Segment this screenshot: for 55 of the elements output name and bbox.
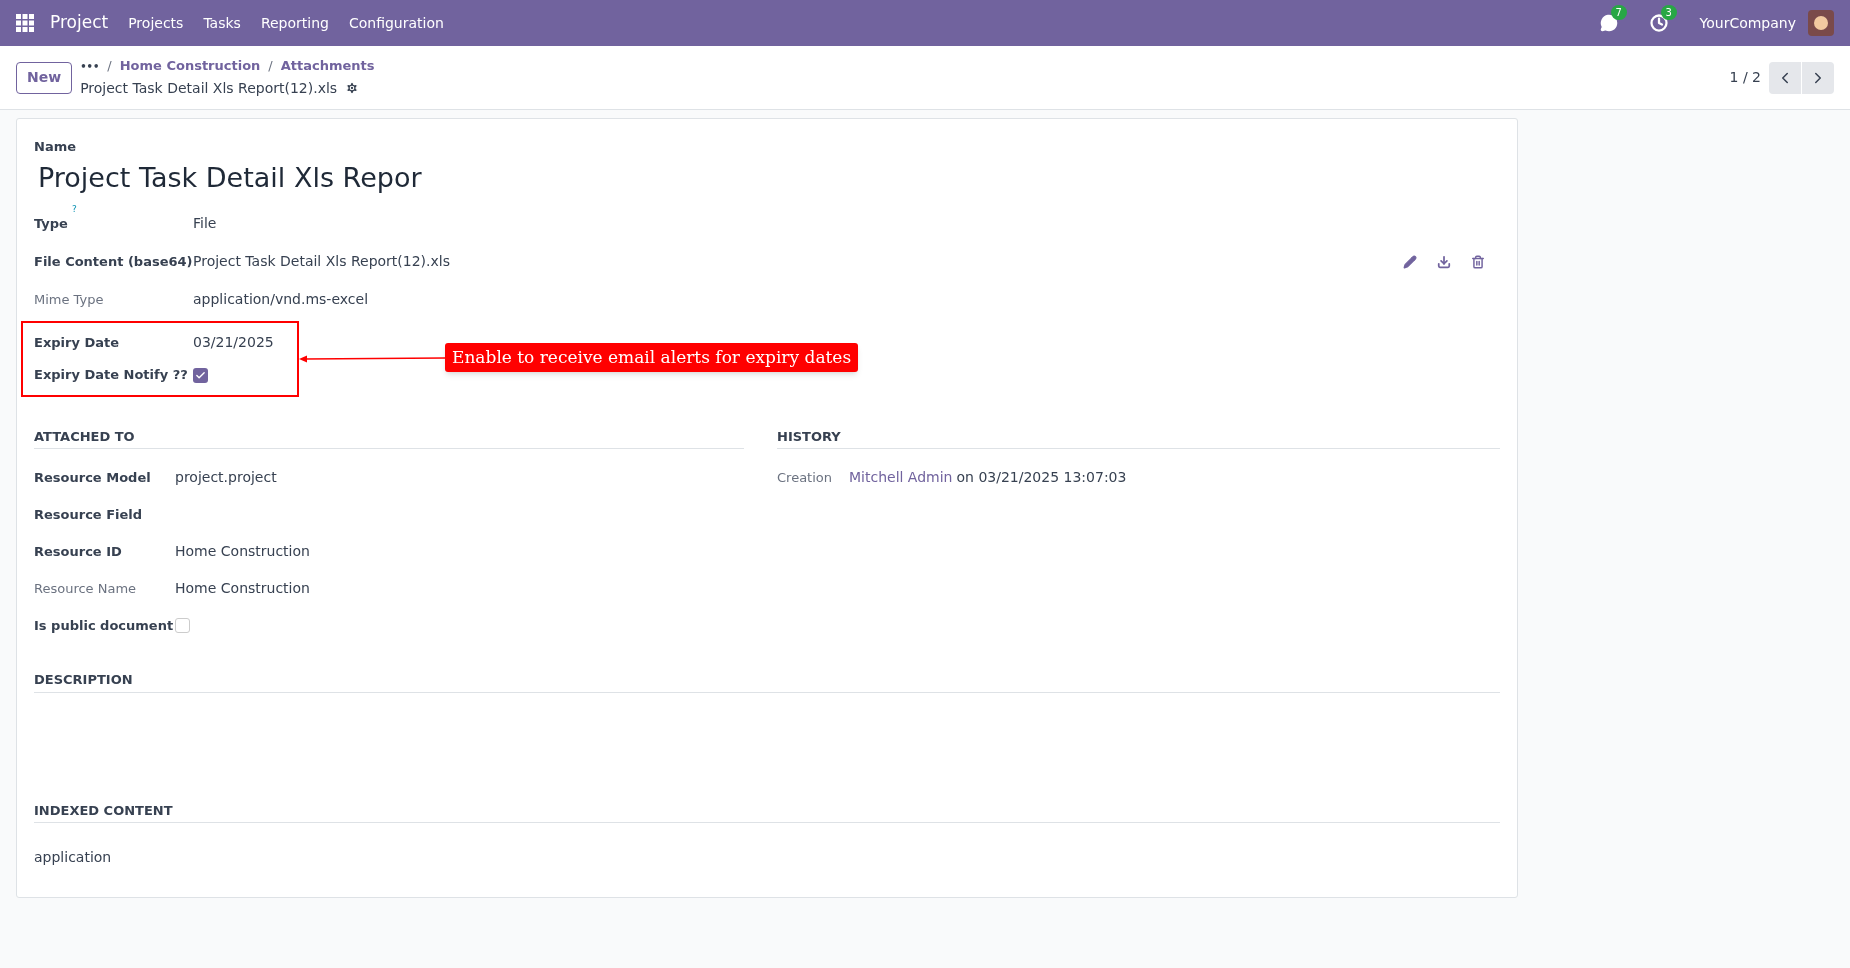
badge: 7	[1610, 5, 1627, 20]
section-title: DESCRIPTION	[34, 670, 1500, 693]
download-icon[interactable]	[1437, 254, 1451, 269]
field-label: Expiry Date Notify ??	[34, 366, 189, 385]
field-value: application/vnd.ms-excel	[193, 290, 369, 309]
field-value: 03/21/2025	[193, 333, 274, 353]
pager-value[interactable]: 1 / 2	[1729, 67, 1761, 88]
checkbox[interactable]	[193, 367, 208, 383]
user-link[interactable]: Mitchell Admin	[849, 467, 953, 488]
name-input[interactable]: Project Task Detail Xls Repor	[38, 158, 428, 197]
section-title: HISTORY	[777, 426, 1500, 449]
record-title: Project Task Detail Xls Report(12).xls	[80, 78, 338, 98]
field-label: Expiry Date	[34, 334, 121, 352]
badge: 3	[1660, 5, 1677, 20]
menu-item[interactable]: Configuration	[348, 12, 444, 34]
check-icon	[195, 369, 206, 381]
field-value: Home Construction	[175, 579, 310, 598]
section-title: ATTACHED TO	[34, 426, 744, 449]
field-label: Resource ID	[34, 542, 123, 561]
settings-icon[interactable]	[345, 81, 360, 96]
breadcrumb-link[interactable]: Home Construction	[119, 56, 261, 76]
field-label: Name	[34, 138, 77, 156]
field-value: project.project	[175, 468, 277, 487]
avatar[interactable]	[1808, 10, 1834, 36]
field-label: Resource Model	[34, 468, 152, 487]
menu-item[interactable]: Reporting	[260, 12, 329, 34]
checkbox[interactable]	[175, 618, 190, 633]
chat-icon[interactable]	[1599, 14, 1618, 32]
clock-icon[interactable]	[1649, 14, 1668, 32]
menu-item[interactable]: Tasks	[203, 12, 241, 34]
company-name[interactable]: YourCompany	[1699, 12, 1796, 34]
field-label: Type	[34, 214, 68, 233]
menu-item[interactable]: Projects	[128, 12, 184, 34]
new-button[interactable]: New	[16, 61, 73, 94]
field-value: on 03/21/2025 13:07:03	[956, 468, 1127, 487]
app-grid-icon[interactable]	[16, 14, 34, 32]
field-value: Home Construction	[175, 542, 310, 561]
field-value: application	[34, 848, 113, 867]
delete-icon[interactable]	[1471, 254, 1485, 269]
annotation-callout: Enable to receive email alerts for expiry dates	[445, 342, 859, 373]
field-label: Mime Type	[34, 290, 104, 309]
field-label: File Content (base64)	[34, 252, 193, 271]
app-name[interactable]: Project	[50, 10, 109, 36]
breadcrumb-separator: /	[107, 57, 112, 76]
breadcrumb-link[interactable]: Attachments	[280, 56, 375, 76]
section-title: INDEXED CONTENT	[34, 800, 1500, 823]
field-label: Resource Name	[34, 579, 138, 598]
field-value: File	[193, 214, 217, 233]
field-value: Project Task Detail Xls Report(12).xls	[193, 252, 450, 271]
field-label: Is public document	[34, 616, 175, 635]
field-label: Resource Field	[34, 505, 144, 524]
breadcrumb-separator: /	[268, 57, 273, 76]
field-label: Creation	[777, 468, 833, 487]
edit-icon[interactable]	[1403, 254, 1417, 269]
breadcrumb-more[interactable]: •••	[80, 58, 100, 74]
